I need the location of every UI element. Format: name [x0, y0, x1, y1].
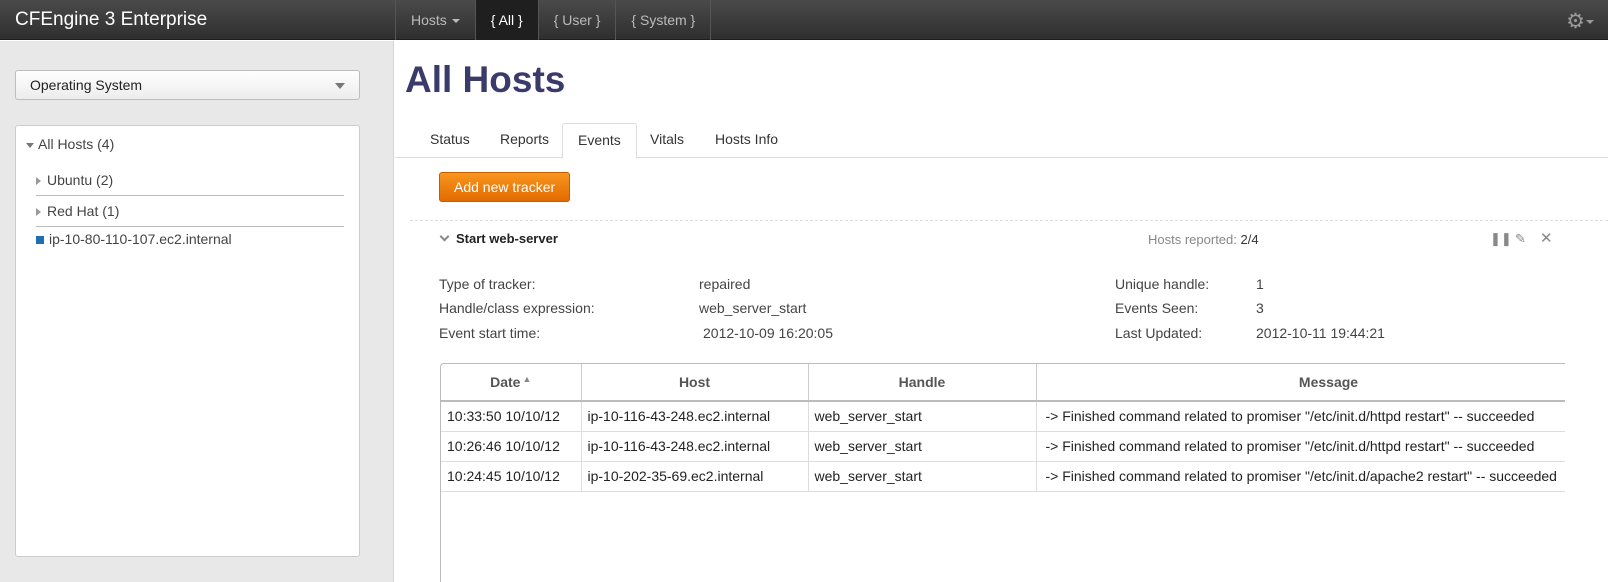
- nav-tab-label: { User }: [553, 12, 601, 28]
- app-title[interactable]: CFEngine 3 Enterprise: [15, 9, 207, 31]
- tab-reports[interactable]: Reports: [485, 123, 564, 158]
- expanded-triangle-icon: [26, 142, 34, 148]
- info-value: web_server_start: [699, 300, 807, 316]
- nav-tab-user[interactable]: { User }: [539, 0, 617, 40]
- info-label: Events Seen:: [1115, 300, 1199, 316]
- caret-down-icon: [1586, 20, 1594, 25]
- settings-menu-button[interactable]: ⚙: [1566, 9, 1594, 34]
- column-header-date[interactable]: Date ▲: [441, 364, 582, 402]
- tree-root-label: All Hosts (4): [38, 136, 115, 152]
- caret-down-icon: [451, 19, 460, 24]
- nav-tab-all[interactable]: { All }: [475, 0, 539, 40]
- host-tree: All Hosts (4) Ubuntu (2) Red Hat (1) ip-…: [15, 125, 360, 557]
- info-label: Unique handle:: [1115, 276, 1210, 292]
- collapsed-triangle-icon: [36, 208, 41, 217]
- nav-tab-hosts[interactable]: Hosts: [396, 0, 476, 40]
- select-value: Operating System: [30, 77, 143, 93]
- tree-item-label: Red Hat (1): [47, 203, 120, 219]
- nav-tab-label: { All }: [490, 12, 523, 28]
- divider: [410, 220, 1608, 221]
- info-value: 2012-10-11 19:44:21: [1256, 325, 1385, 341]
- cell-host: ip-10-202-35-69.ec2.internal: [581, 461, 809, 492]
- sort-icon: ▲: [522, 374, 532, 384]
- tree-root-all-hosts[interactable]: All Hosts (4): [26, 136, 114, 152]
- column-header-handle[interactable]: Handle: [808, 364, 1037, 402]
- cell-handle: web_server_start: [808, 461, 1037, 492]
- info-label: Event start time:: [439, 325, 541, 341]
- pause-icon[interactable]: ❚❚: [1490, 231, 1512, 247]
- nav-tab-system[interactable]: { System }: [616, 0, 712, 40]
- info-label: Type of tracker:: [439, 276, 536, 292]
- tree-item-label: Ubuntu (2): [47, 172, 114, 188]
- info-value: 2012-10-09 16:20:05: [703, 325, 833, 341]
- page-title: All Hosts: [405, 59, 566, 100]
- tab-events[interactable]: Events: [562, 123, 637, 159]
- cell-date: 10:26:46 10/10/12: [441, 431, 582, 462]
- main-content: All Hosts Status Reports Events Vitals H…: [395, 41, 1608, 582]
- info-label: Last Updated:: [1115, 325, 1203, 341]
- cell-message: -> Finished command related to promiser …: [1036, 401, 1565, 432]
- hosts-reported-value: 2/4: [1240, 232, 1259, 247]
- table-row[interactable]: 10:26:46 10/10/12 ip-10-116-43-248.ec2.i…: [441, 431, 1565, 462]
- info-value: repaired: [699, 276, 751, 292]
- close-icon[interactable]: ✕: [1540, 229, 1553, 247]
- nav-tab-label: { System }: [631, 12, 696, 28]
- info-value: 1: [1256, 276, 1264, 292]
- column-header-host[interactable]: Host: [581, 364, 809, 402]
- column-header-message[interactable]: Message: [1036, 364, 1565, 402]
- content-tabs: Status Reports Events Vitals Hosts Info: [395, 123, 1608, 159]
- nav-tab-label: Hosts: [411, 12, 447, 28]
- column-header-label: Date: [490, 374, 521, 390]
- cell-date: 10:33:50 10/10/12: [441, 401, 582, 432]
- table-row[interactable]: 10:33:50 10/10/12 ip-10-116-43-248.ec2.i…: [441, 401, 1565, 432]
- tab-vitals[interactable]: Vitals: [635, 123, 699, 158]
- tracker-toggle[interactable]: Start web-server: [439, 231, 558, 246]
- tree-item-redhat[interactable]: Red Hat (1): [36, 203, 344, 227]
- tab-status[interactable]: Status: [415, 123, 485, 158]
- add-tracker-button[interactable]: Add new tracker: [439, 172, 571, 202]
- cell-handle: web_server_start: [808, 401, 1037, 432]
- table-row[interactable]: 10:24:45 10/10/12 ip-10-202-35-69.ec2.in…: [441, 461, 1565, 492]
- host-marker-icon: [36, 236, 44, 244]
- tracker-name: Start web-server: [456, 231, 558, 246]
- table-header-row: Date ▲ Host Handle Message: [441, 364, 1565, 402]
- tree-item-label: ip-10-80-110-107.ec2.internal: [49, 231, 232, 247]
- cell-message: -> Finished command related to promiser …: [1036, 431, 1565, 462]
- tree-item-ubuntu[interactable]: Ubuntu (2): [36, 172, 344, 196]
- cell-host: ip-10-116-43-248.ec2.internal: [581, 401, 809, 432]
- events-table: Date ▲ Host Handle Message 10:33:50 10/10…: [441, 364, 1565, 492]
- cell-handle: web_server_start: [808, 431, 1037, 462]
- collapsed-triangle-icon: [36, 177, 41, 186]
- gear-icon: ⚙: [1566, 10, 1585, 33]
- hosts-reported: Hosts reported: 2/4: [1148, 232, 1259, 247]
- sidebar: Operating System All Hosts (4) Ubuntu (2…: [0, 41, 394, 582]
- info-value: 3: [1256, 300, 1264, 316]
- cell-date: 10:24:45 10/10/12: [441, 461, 582, 492]
- cell-host: ip-10-116-43-248.ec2.internal: [581, 431, 809, 462]
- tab-hosts-info[interactable]: Hosts Info: [700, 123, 793, 158]
- edit-icon[interactable]: ✎: [1515, 231, 1526, 247]
- hosts-reported-label: Hosts reported:: [1148, 232, 1237, 247]
- group-by-select[interactable]: Operating System: [15, 70, 360, 100]
- cell-message: -> Finished command related to promiser …: [1036, 461, 1565, 492]
- dropdown-arrow-icon: [335, 83, 345, 89]
- events-table-container[interactable]: Date ▲ Host Handle Message 10:33:50 10/10…: [440, 363, 1565, 582]
- info-label: Handle/class expression:: [439, 300, 595, 316]
- tree-item-host[interactable]: ip-10-80-110-107.ec2.internal: [36, 231, 344, 254]
- top-navbar: CFEngine 3 Enterprise Hosts { All } { Us…: [0, 0, 1608, 40]
- chevron-down-icon: [439, 231, 450, 242]
- nav-tabs: Hosts { All } { User } { System }: [395, 0, 712, 40]
